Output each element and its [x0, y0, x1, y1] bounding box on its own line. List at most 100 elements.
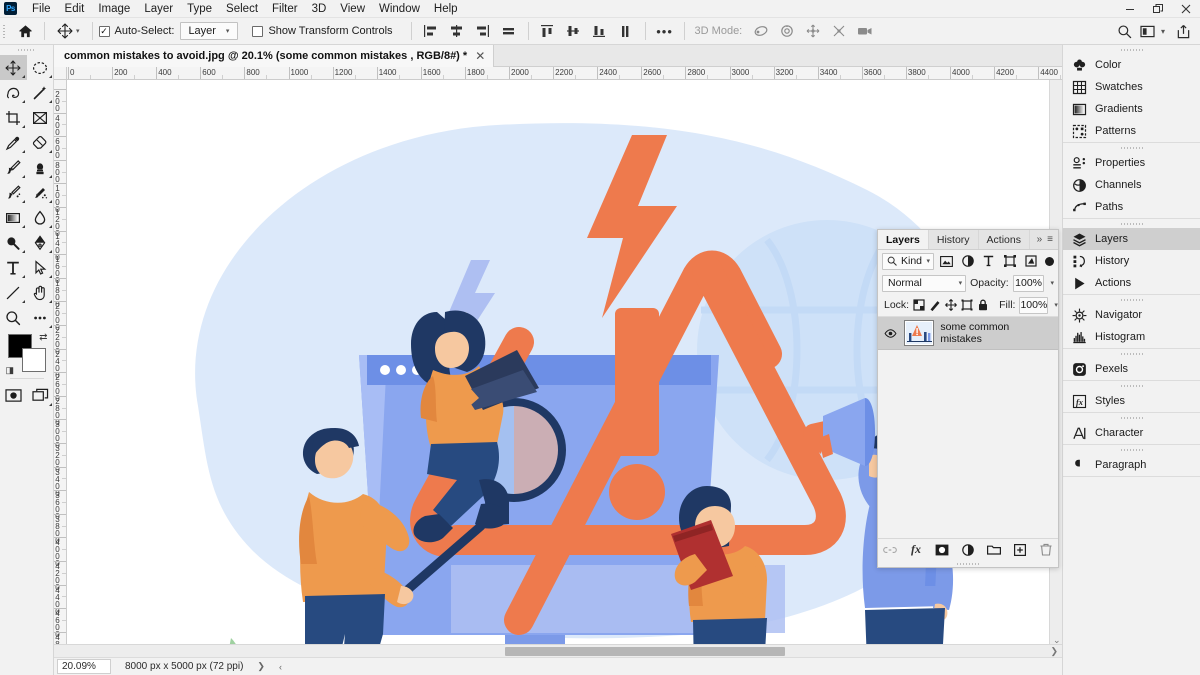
- add-layer-mask-icon[interactable]: [934, 541, 951, 558]
- menu-layer[interactable]: Layer: [137, 0, 180, 18]
- layer-row[interactable]: some common mistakes: [878, 317, 1058, 350]
- minimize-button[interactable]: [1116, 0, 1144, 18]
- layers-panel-resize-grip[interactable]: [878, 560, 1058, 567]
- share-icon[interactable]: [1170, 19, 1196, 43]
- layers-panel-tab-actions[interactable]: Actions: [979, 230, 1030, 249]
- eraser-tool[interactable]: [27, 130, 54, 155]
- horizontal-ruler[interactable]: 0 200 400 600 800 1000 1200 1400 1600 1800 2000 220…: [67, 67, 1062, 80]
- pen-tool[interactable]: [27, 230, 54, 255]
- layer-style-fx-icon[interactable]: fx: [908, 541, 925, 558]
- status-collapse-arrow-icon[interactable]: ‹: [279, 662, 282, 672]
- dock-item-history[interactable]: History: [1063, 250, 1200, 272]
- dock-item-patterns[interactable]: Patterns: [1063, 120, 1200, 142]
- home-icon[interactable]: [12, 19, 38, 43]
- dock-item-histogram[interactable]: Histogram: [1063, 326, 1200, 348]
- new-group-icon[interactable]: [986, 541, 1003, 558]
- auto-select-checkbox[interactable]: [98, 25, 110, 37]
- menu-edit[interactable]: Edit: [58, 0, 92, 18]
- dock-group-grip[interactable]: [1063, 295, 1200, 304]
- brush-tool[interactable]: [0, 155, 27, 180]
- dock-item-character[interactable]: Character: [1063, 422, 1200, 444]
- lock-position-icon[interactable]: [945, 297, 957, 313]
- tools-panel-grip[interactable]: [0, 45, 53, 55]
- dock-group-grip[interactable]: [1063, 349, 1200, 358]
- options-bar-grip[interactable]: [0, 18, 8, 45]
- vertical-ruler[interactable]: 200 400 600 800 1000 1200 1400 1600 1800 2000 2200…: [54, 80, 67, 650]
- filter-pixel-icon[interactable]: [938, 253, 955, 270]
- 3d-camera-icon[interactable]: [852, 19, 878, 43]
- align-top-edges-icon[interactable]: [535, 19, 561, 43]
- dock-group-grip[interactable]: [1063, 219, 1200, 228]
- magic-wand-tool[interactable]: [27, 80, 54, 105]
- document-tab[interactable]: common mistakes to avoid.jpg @ 20.1% (so…: [54, 45, 495, 67]
- 3d-roll-icon[interactable]: [774, 19, 800, 43]
- spot-heal-tool[interactable]: [27, 180, 54, 205]
- hand-tool[interactable]: [27, 280, 54, 305]
- layer-list[interactable]: some common mistakes: [878, 316, 1058, 538]
- align-bottom-edges-icon[interactable]: [587, 19, 613, 43]
- filter-enable-toggle[interactable]: [1045, 256, 1054, 266]
- 3d-slide-icon[interactable]: [826, 19, 852, 43]
- filter-shape-icon[interactable]: [1001, 253, 1018, 270]
- menu-view[interactable]: View: [333, 0, 372, 18]
- crop-tool[interactable]: [0, 105, 27, 130]
- restore-button[interactable]: [1144, 0, 1172, 18]
- align-vertical-centers-icon[interactable]: [561, 19, 587, 43]
- move-tool[interactable]: [0, 55, 27, 80]
- close-document-icon[interactable]: ✕: [475, 49, 485, 63]
- frame-tool[interactable]: [27, 105, 54, 130]
- align-left-edges-icon[interactable]: [418, 19, 444, 43]
- dock-item-gradients[interactable]: Gradients: [1063, 98, 1200, 120]
- distribute-vertically-icon[interactable]: [613, 19, 639, 43]
- dock-group-grip[interactable]: [1063, 143, 1200, 152]
- horizontal-scrollbar-thumb[interactable]: [505, 647, 785, 656]
- clone-stamp-tool[interactable]: [27, 155, 54, 180]
- more-align-options-button[interactable]: •••: [652, 19, 678, 43]
- menu-image[interactable]: Image: [91, 0, 137, 18]
- adjustment-layer-icon[interactable]: [960, 541, 977, 558]
- canvas-horizontal-scrollbar[interactable]: ❯: [54, 644, 1062, 657]
- ruler-corner[interactable]: [54, 67, 67, 80]
- path-selection-tool[interactable]: [27, 255, 54, 280]
- screen-mode-button[interactable]: [27, 383, 54, 408]
- layers-panel-collapse-icon[interactable]: »: [1037, 234, 1043, 245]
- show-transform-controls-checkbox[interactable]: [252, 25, 264, 37]
- delete-layer-icon[interactable]: [1038, 541, 1055, 558]
- 3d-pan-icon[interactable]: [800, 19, 826, 43]
- dock-item-navigator[interactable]: Navigator: [1063, 304, 1200, 326]
- dock-item-actions[interactable]: Actions: [1063, 272, 1200, 294]
- menu-window[interactable]: Window: [372, 0, 427, 18]
- eyedropper-tool[interactable]: [0, 130, 27, 155]
- layer-filter-kind-select[interactable]: Kind ▾: [882, 252, 934, 270]
- align-right-edges-icon[interactable]: [470, 19, 496, 43]
- fill-field[interactable]: 100%: [1019, 296, 1049, 314]
- auto-select-scope-select[interactable]: Layer ▾: [180, 22, 239, 40]
- link-layers-icon[interactable]: [882, 541, 899, 558]
- lock-image-pixels-icon[interactable]: [929, 297, 941, 313]
- close-button[interactable]: [1172, 0, 1200, 18]
- dock-group-grip[interactable]: [1063, 445, 1200, 454]
- filter-adjustment-icon[interactable]: [959, 253, 976, 270]
- lock-all-icon[interactable]: [977, 297, 989, 313]
- elliptical-marquee-tool[interactable]: [27, 55, 54, 80]
- menu-type[interactable]: Type: [180, 0, 219, 18]
- menu-3d[interactable]: 3D: [305, 0, 334, 18]
- filter-smart-object-icon[interactable]: [1022, 253, 1039, 270]
- zoom-tool[interactable]: [0, 305, 27, 330]
- active-tool-move-icon[interactable]: ▾: [51, 19, 86, 43]
- dock-group-grip[interactable]: [1063, 45, 1200, 54]
- dock-item-paragraph[interactable]: Paragraph: [1063, 454, 1200, 476]
- 3d-rotate-icon[interactable]: [748, 19, 774, 43]
- dock-item-paths[interactable]: Paths: [1063, 196, 1200, 218]
- edit-toolbar[interactable]: [27, 305, 54, 330]
- align-horizontal-centers-icon[interactable]: [444, 19, 470, 43]
- dock-group-grip[interactable]: [1063, 381, 1200, 390]
- filter-type-icon[interactable]: [980, 253, 997, 270]
- quick-mask-mode-button[interactable]: [0, 383, 27, 408]
- default-colors-icon[interactable]: ◨: [6, 365, 15, 376]
- distribute-horizontally-icon[interactable]: [496, 19, 522, 43]
- healing-brush-tool[interactable]: [0, 180, 27, 205]
- swap-colors-icon[interactable]: ⇄: [39, 332, 47, 343]
- dock-item-layers[interactable]: Layers: [1063, 228, 1200, 250]
- dock-item-pexels[interactable]: Pexels: [1063, 358, 1200, 380]
